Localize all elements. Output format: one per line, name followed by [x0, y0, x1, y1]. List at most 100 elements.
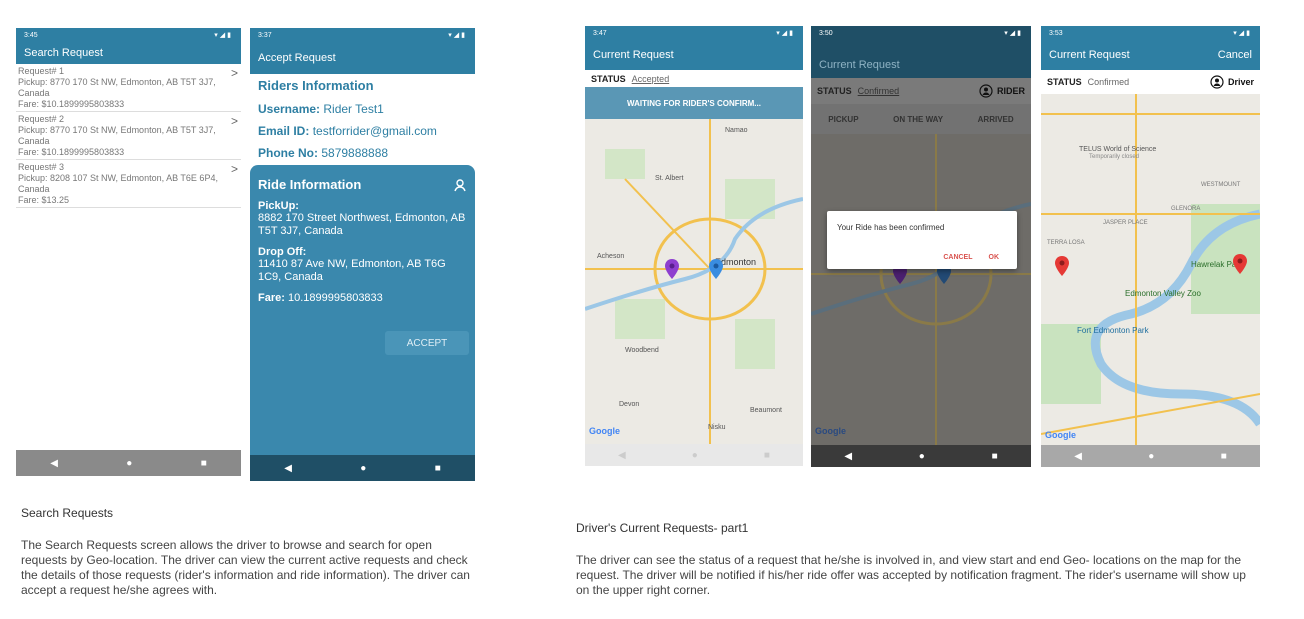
recents-icon[interactable]: ■	[201, 458, 207, 469]
list-item[interactable]: Request# 3 Pickup: 8208 107 St NW, Edmon…	[16, 160, 241, 208]
recents-icon[interactable]: ■	[764, 450, 770, 461]
progress-steps: PICKUP ON THE WAY ARRIVED	[811, 104, 1031, 134]
status-time: 3:47	[593, 29, 607, 37]
home-icon[interactable]: ●	[126, 458, 132, 469]
username-label: Username:	[258, 102, 321, 116]
google-logo: Google	[815, 426, 846, 436]
page-title: Current Request	[1049, 49, 1130, 61]
app-bar: Current Request Cancel	[1041, 40, 1260, 70]
status-label: STATUS	[1047, 77, 1082, 87]
map-label: Temporarily closed	[1089, 154, 1140, 160]
pickup-marker-icon[interactable]	[1055, 256, 1069, 276]
status-bar: 3:50 ▾◢▮	[811, 26, 1031, 40]
home-icon[interactable]: ●	[1148, 451, 1154, 462]
map-label: Beaumont	[750, 407, 782, 414]
request-fare: Fare: $10.1899995803833	[18, 99, 125, 109]
recents-icon[interactable]: ■	[1221, 451, 1227, 462]
back-icon[interactable]: ◀	[1074, 451, 1082, 462]
cancel-button[interactable]: CANCEL	[943, 254, 972, 261]
map-view[interactable]: TELUS World of Science Temporarily close…	[1041, 94, 1260, 445]
fare-label: Fare:	[258, 292, 285, 304]
current-request-driver-screen: 3:53 ▾◢▮ Current Request Cancel STATUS Co…	[1041, 26, 1260, 467]
chevron-right-icon[interactable]: >	[231, 163, 238, 175]
user-icon	[1210, 75, 1224, 89]
status-label: STATUS	[817, 86, 852, 96]
left-caption-body: The Search Requests screen allows the dr…	[21, 538, 470, 597]
ride-heading: Ride Information	[258, 177, 362, 192]
search-request-screen: 3:45 ▾◢▮ Search Request Request# 1 Picku…	[16, 28, 241, 476]
ride-header: Ride Information	[258, 177, 467, 192]
phone-row: Phone No: 5879888888	[258, 146, 475, 160]
nav-bar: ◀ ● ■	[811, 445, 1031, 467]
dropoff-label: Drop Off:	[258, 246, 307, 258]
status-icons: ▾◢▮	[776, 30, 795, 37]
request-id: Request# 1	[18, 66, 65, 76]
list-item[interactable]: Request# 2 Pickup: 8770 170 St NW, Edmon…	[16, 112, 241, 160]
nav-bar: ◀ ● ■	[585, 444, 803, 466]
map-view: Google	[811, 134, 1031, 445]
status-bar: 3:53 ▾◢▮	[1041, 26, 1260, 40]
phone-label: Phone No:	[258, 146, 318, 160]
chevron-right-icon[interactable]: >	[231, 115, 238, 127]
status-icons: ▾◢▮	[1233, 30, 1252, 37]
chevron-right-icon[interactable]: >	[231, 67, 238, 79]
status-label: STATUS	[591, 73, 626, 84]
nav-bar: ◀ ● ■	[250, 455, 475, 481]
app-bar: Accept Request	[250, 42, 475, 74]
dropoff-marker-icon[interactable]	[709, 259, 723, 279]
riders-info-section: Riders Information Username: Rider Test1…	[250, 74, 475, 160]
request-id: Request# 2	[18, 114, 65, 124]
page-title: Current Request	[819, 59, 900, 71]
home-icon[interactable]: ●	[692, 450, 698, 461]
status-bar: 3:45 ▾◢▮	[16, 28, 241, 42]
pickup-marker-icon[interactable]	[665, 259, 679, 279]
map-label: WESTMOUNT	[1201, 182, 1241, 188]
request-id: Request# 3	[18, 162, 65, 172]
map-roads	[585, 119, 803, 444]
home-icon[interactable]: ●	[360, 463, 366, 474]
left-caption-title: Search Requests	[21, 506, 114, 520]
status-row: STATUS Confirmed Driver	[1041, 70, 1260, 94]
home-icon[interactable]: ●	[919, 451, 925, 462]
back-icon[interactable]: ◀	[284, 463, 292, 474]
status-value: Confirmed	[857, 86, 900, 96]
status-row: STATUS Accepted	[585, 70, 803, 87]
fare-row: Fare: 10.1899995803833	[258, 292, 467, 304]
map-label: TELUS World of Science	[1079, 146, 1157, 153]
back-icon[interactable]: ◀	[844, 451, 852, 462]
recents-icon[interactable]: ■	[992, 451, 998, 462]
status-value: Accepted	[631, 73, 670, 84]
map-label: Edmonton Valley Zoo	[1125, 289, 1201, 298]
back-icon[interactable]: ◀	[50, 458, 58, 469]
accept-button[interactable]: ACCEPT	[385, 331, 469, 355]
email-row: Email ID: testforrider@gmail.com	[258, 124, 475, 138]
confirm-dialog: Your Ride has been confirmed CANCEL OK	[827, 211, 1017, 269]
cancel-button[interactable]: Cancel	[1218, 49, 1252, 61]
waiting-banner: WAITING FOR RIDER'S CONFIRM...	[585, 87, 803, 119]
request-pickup: Pickup: 8770 170 St NW, Edmonton, AB T5T…	[18, 77, 216, 98]
map-label: Woodbend	[625, 347, 659, 354]
current-request-confirmed-screen: 3:50 ▾◢▮ Current Request STATUS Confirmed…	[811, 26, 1031, 467]
map-label: Acheson	[597, 253, 625, 260]
dropoff-marker-icon[interactable]	[1233, 254, 1247, 274]
recents-icon[interactable]: ■	[435, 463, 441, 474]
user-location-icon	[454, 178, 466, 191]
map-label: GLENORA	[1171, 206, 1201, 212]
map-label: Devon	[619, 401, 640, 408]
status-bar: 3:47 ▾◢▮	[585, 26, 803, 40]
status-icons: ▾◢▮	[214, 32, 233, 39]
pickup-label: PickUp:	[258, 200, 299, 212]
back-icon[interactable]: ◀	[618, 450, 626, 461]
nav-bar: ◀ ● ■	[16, 450, 241, 476]
request-pickup: Pickup: 8208 107 St NW, Edmonton, AB T6E…	[18, 173, 218, 194]
status-icons: ▾◢▮	[1004, 30, 1023, 37]
phone-value: 5879888888	[321, 146, 389, 160]
user-icon	[979, 84, 993, 98]
ok-button[interactable]: OK	[989, 254, 1000, 261]
request-list: Request# 1 Pickup: 8770 170 St NW, Edmon…	[16, 64, 241, 208]
list-item[interactable]: Request# 1 Pickup: 8770 170 St NW, Edmon…	[16, 64, 241, 112]
map-label: Fort Edmonton Park	[1077, 326, 1149, 335]
app-bar: Current Request	[585, 40, 803, 70]
map-view[interactable]: Namao St. Albert Acheson Edmonton Woodbe…	[585, 119, 803, 444]
role-label: Driver	[1227, 77, 1254, 87]
